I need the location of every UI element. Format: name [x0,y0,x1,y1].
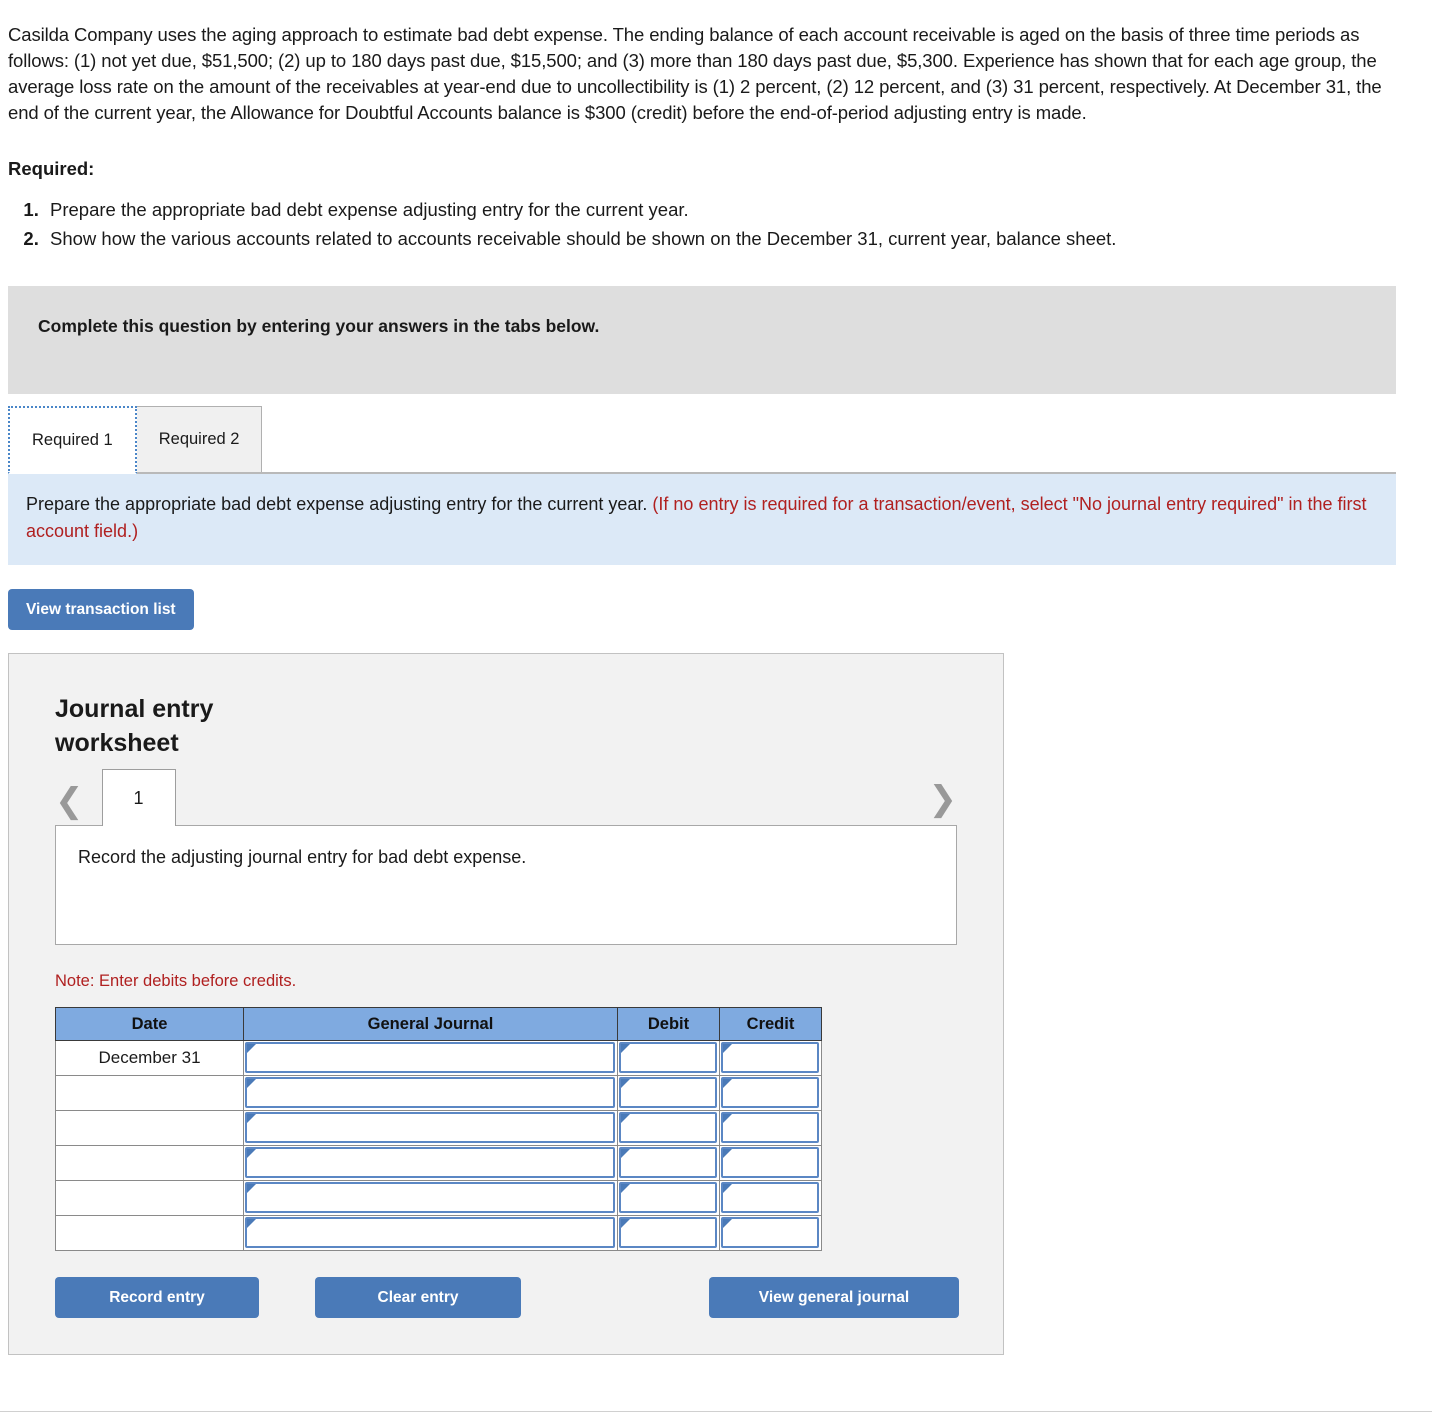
problem-statement: Casilda Company uses the aging approach … [8,24,1382,123]
cell-debit[interactable] [617,1075,720,1111]
bottom-divider [0,1411,1432,1412]
cell-general-journal[interactable] [243,1110,618,1146]
cell-credit[interactable] [719,1110,822,1146]
cell-credit[interactable] [719,1180,822,1216]
debit-input-4[interactable] [619,1147,717,1178]
debit-input-6[interactable] [619,1217,717,1248]
tab-required-2[interactable]: Required 2 [135,406,263,472]
cell-date[interactable] [55,1145,244,1181]
cell-date[interactable] [55,1215,244,1251]
requirements-list: Prepare the appropriate bad debt expense… [0,196,1432,253]
requirement-item-2: Show how the various accounts related to… [44,225,1432,253]
credit-input-4[interactable] [721,1147,819,1178]
cell-credit[interactable] [719,1145,822,1181]
cell-debit[interactable] [617,1145,720,1181]
column-header-debit: Debit [617,1007,720,1041]
record-entry-button[interactable]: Record entry [55,1277,259,1318]
table-row [55,1110,822,1146]
table-row: December 31 [55,1040,822,1076]
cell-general-journal[interactable] [243,1215,618,1251]
cell-general-journal[interactable] [243,1180,618,1216]
worksheet-page-1[interactable]: 1 [101,769,176,826]
cell-credit[interactable] [719,1215,822,1251]
table-row [55,1075,822,1111]
tab-required-1[interactable]: Required 1 [8,406,137,474]
general-journal-select-2[interactable] [245,1077,615,1108]
cell-date[interactable] [55,1180,244,1216]
journal-table-wrap: Date General Journal Debit Credit Decemb… [9,991,1003,1251]
cell-debit[interactable] [617,1040,720,1076]
chevron-left-icon[interactable]: ❮ [55,784,84,826]
worksheet-title: Journal entry worksheet [55,695,214,757]
cell-date[interactable]: December 31 [55,1040,244,1076]
general-journal-select-5[interactable] [245,1182,615,1213]
cell-general-journal[interactable] [243,1075,618,1111]
requirement-item-1: Prepare the appropriate bad debt expense… [44,196,1432,224]
debit-input-1[interactable] [619,1042,717,1073]
cell-general-journal[interactable] [243,1145,618,1181]
credit-input-5[interactable] [721,1182,819,1213]
general-journal-select-3[interactable] [245,1112,615,1143]
worksheet-pager: ❮ 1 ❯ [55,760,957,826]
tab-required-2-label: Required 2 [158,430,240,448]
cell-date[interactable] [55,1075,244,1111]
cell-general-journal[interactable] [243,1040,618,1076]
table-row [55,1180,822,1216]
credit-input-3[interactable] [721,1112,819,1143]
debit-input-3[interactable] [619,1112,717,1143]
general-journal-select-4[interactable] [245,1147,615,1178]
debit-input-2[interactable] [619,1077,717,1108]
cell-debit[interactable] [617,1110,720,1146]
worksheet-description-text: Record the adjusting journal entry for b… [78,847,527,867]
cell-date[interactable] [55,1110,244,1146]
table-row [55,1215,822,1251]
view-transaction-list-row: View transaction list [0,565,1432,630]
view-transaction-list-button[interactable]: View transaction list [8,589,194,630]
cell-credit[interactable] [719,1075,822,1111]
journal-entry-worksheet-panel: Journal entry worksheet ❮ 1 ❯ Record the… [8,653,1004,1355]
instruction-main: Prepare the appropriate bad debt expense… [26,494,648,514]
journal-table-header-row: Date General Journal Debit Credit [55,1007,822,1041]
debit-input-5[interactable] [619,1182,717,1213]
journal-entry-table: Date General Journal Debit Credit Decemb… [55,1007,822,1251]
complete-question-banner: Complete this question by entering your … [8,286,1396,394]
tab-required-1-label: Required 1 [32,430,113,449]
credit-input-2[interactable] [721,1077,819,1108]
column-header-date: Date [55,1007,244,1041]
cell-debit[interactable] [617,1180,720,1216]
worksheet-action-buttons: Record entry Clear entry View general jo… [9,1251,1003,1318]
cell-debit[interactable] [617,1215,720,1251]
table-row [55,1145,822,1181]
credit-input-1[interactable] [721,1042,819,1073]
chevron-right-icon[interactable]: ❯ [929,782,958,824]
instruction-banner: Prepare the appropriate bad debt expense… [8,474,1396,565]
worksheet-description-box: Record the adjusting journal entry for b… [55,825,957,945]
debits-before-credits-note: Note: Enter debits before credits. [55,972,297,990]
general-journal-select-6[interactable] [245,1217,615,1248]
requirement-tabs: Required 1 Required 2 [8,404,1396,474]
general-journal-select-1[interactable] [245,1042,615,1073]
worksheet-page-number: 1 [133,787,144,808]
clear-entry-button[interactable]: Clear entry [315,1277,521,1318]
credit-input-6[interactable] [721,1217,819,1248]
column-header-general-journal: General Journal [243,1007,618,1041]
cell-credit[interactable] [719,1040,822,1076]
required-heading: Required: [8,158,95,179]
view-general-journal-button[interactable]: View general journal [709,1277,959,1318]
column-header-credit: Credit [719,1007,822,1041]
